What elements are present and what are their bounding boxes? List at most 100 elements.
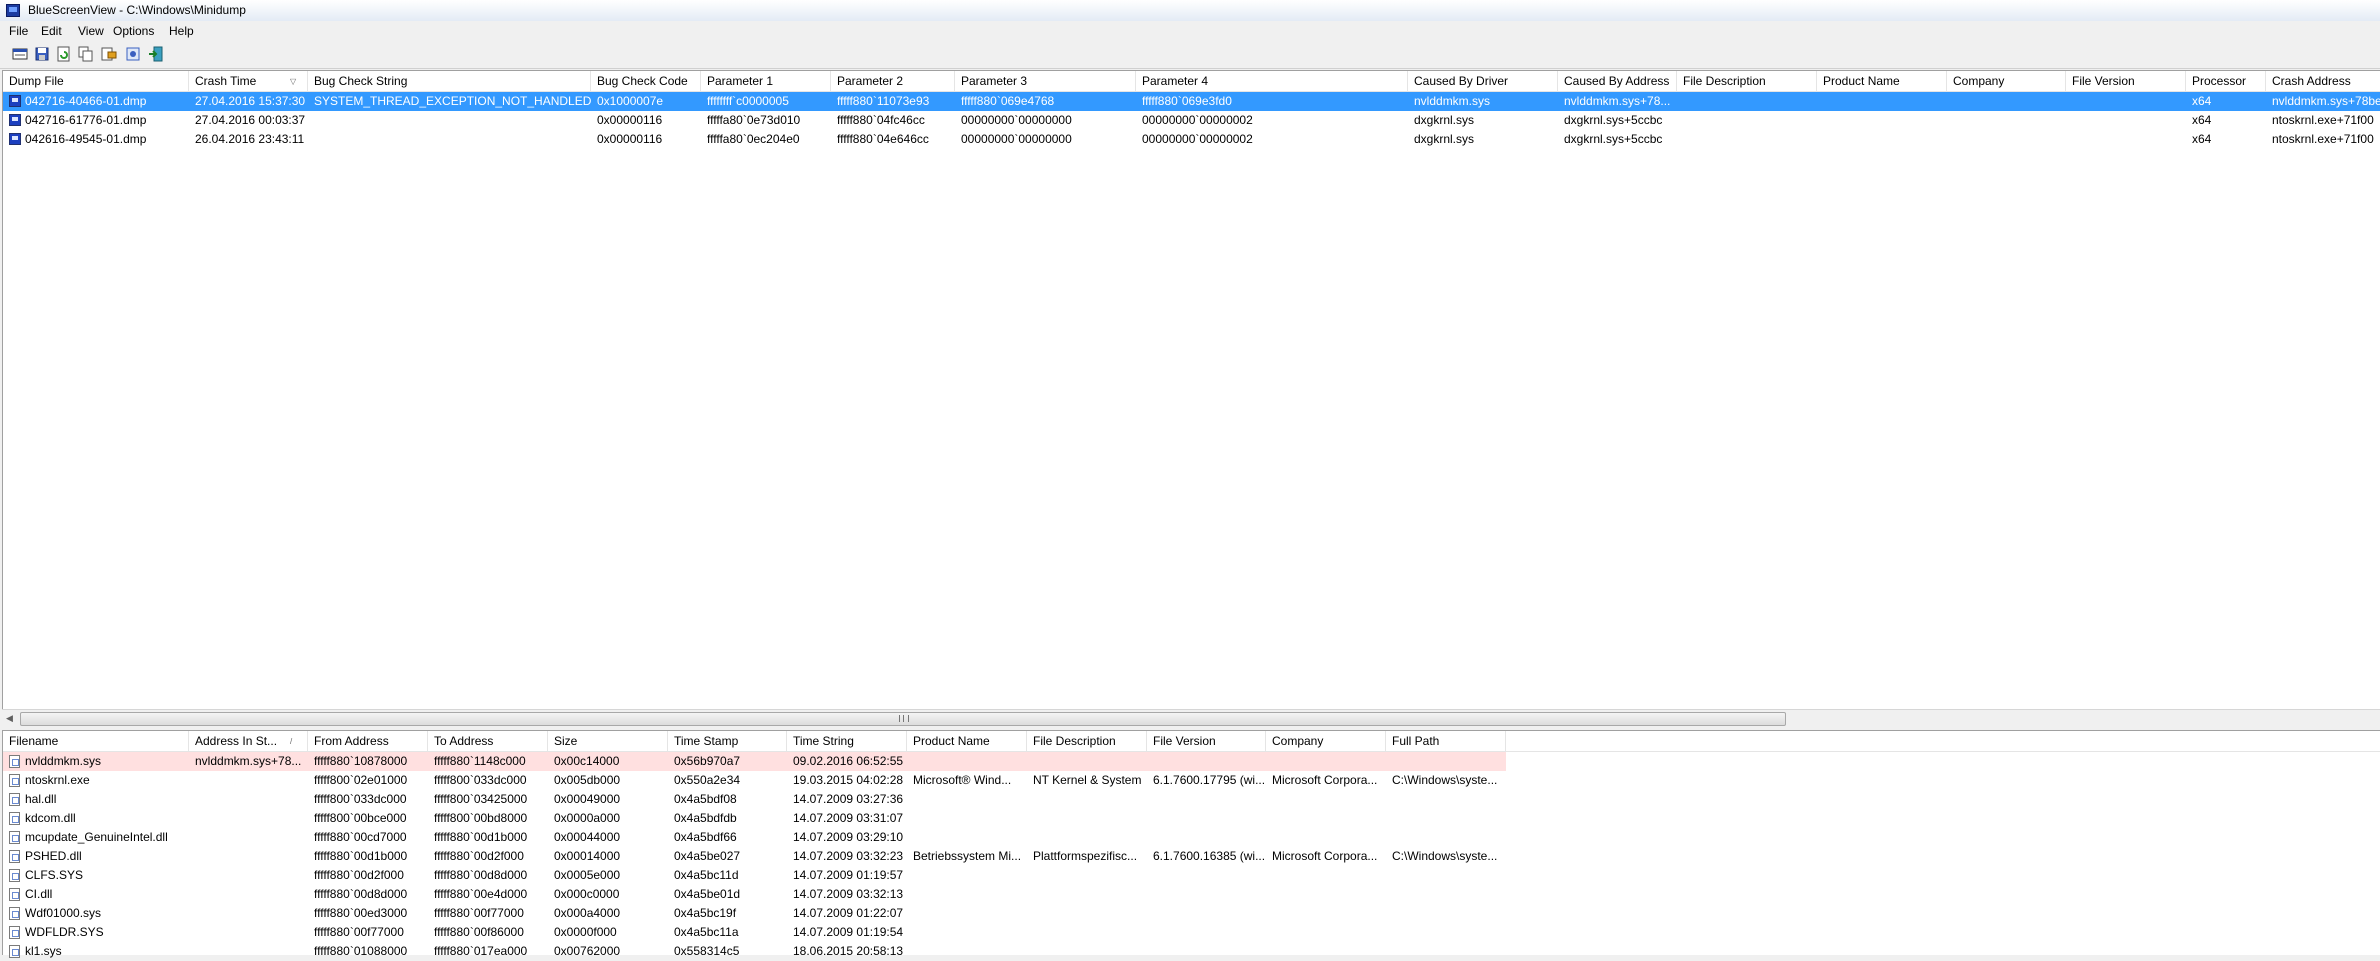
cell-time-string: 19.03.2015 04:02:28: [793, 773, 904, 787]
column-header-parameter-3[interactable]: Parameter 3: [955, 71, 1136, 91]
cell-bug-check-code: 0x1000007e: [597, 94, 664, 108]
column-header-file-description[interactable]: File Description: [1027, 731, 1147, 751]
menu-file[interactable]: File: [9, 24, 28, 38]
cell-dump-file: 042716-40466-01.dmp: [25, 94, 147, 108]
column-header-company[interactable]: Company: [1266, 731, 1386, 751]
scroll-left-arrow-icon[interactable]: ◀: [6, 713, 13, 724]
column-header-from-address[interactable]: From Address: [308, 731, 428, 751]
cell-bug-check-string: [308, 111, 591, 130]
column-header-parameter-2[interactable]: Parameter 2: [831, 71, 955, 91]
cell-company: Microsoft Corpora...: [1272, 773, 1378, 787]
cell-parameter-3: 00000000`00000000: [961, 113, 1072, 127]
column-header-to-address[interactable]: To Address: [428, 731, 548, 751]
cell-full-path: [1386, 942, 1506, 961]
cell-company: [1266, 809, 1386, 828]
advanced-options-button[interactable]: [124, 45, 142, 63]
cell-file-description: [1027, 942, 1147, 961]
cell-time-string: 09.02.2016 06:52:55: [793, 754, 904, 768]
menu-edit[interactable]: Edit: [41, 24, 62, 38]
cell-filename: nvlddmkm.sys: [25, 754, 102, 768]
table-row[interactable]: ntoskrnl.exe fffff800`02e01000 fffff800`03…: [3, 771, 2380, 790]
menu-help[interactable]: Help: [169, 24, 194, 38]
properties-button[interactable]: [11, 45, 29, 63]
column-header-file-version[interactable]: File Version: [2066, 71, 2186, 91]
cell-parameter-4: fffff880`069e3fd0: [1142, 94, 1232, 108]
column-header-parameter-1[interactable]: Parameter 1: [701, 71, 831, 91]
column-header-size[interactable]: Size: [548, 731, 668, 751]
column-header-product-name[interactable]: Product Name: [907, 731, 1027, 751]
cell-file-version: [1147, 904, 1266, 923]
column-header-caused-by-address[interactable]: Caused By Address: [1558, 71, 1677, 91]
table-row[interactable]: kl1.sys fffff880`01088000 fffff880`017ea00…: [3, 942, 2380, 961]
copy-button[interactable]: [77, 45, 95, 63]
column-header-full-path[interactable]: Full Path: [1386, 731, 1506, 751]
table-row[interactable]: kdcom.dll fffff800`00bce000 fffff800`00bd8…: [3, 809, 2380, 828]
crash-dump-list[interactable]: Dump File Crash Time ▽ Bug Check String Bug …: [2, 70, 2380, 710]
column-header-bug-check-string[interactable]: Bug Check String: [308, 71, 591, 91]
column-header-dump-file[interactable]: Dump File: [3, 71, 189, 91]
table-row[interactable]: 042716-40466-01.dmp 27.04.2016 15:37:30 SY…: [3, 92, 2380, 111]
app-icon: [6, 4, 20, 17]
scrollbar-grip-icon: [899, 715, 909, 722]
exit-button[interactable]: [147, 45, 165, 63]
cell-to-address: fffff880`00e4d000: [434, 887, 528, 901]
column-header-product-name[interactable]: Product Name: [1817, 71, 1947, 91]
cell-file-description: [1027, 885, 1147, 904]
column-header-time-string[interactable]: Time String: [787, 731, 907, 751]
html-report-button[interactable]: [100, 45, 118, 63]
column-header-filename[interactable]: Filename: [3, 731, 189, 751]
table-row[interactable]: hal.dll fffff800`033dc000 fffff800`0342500…: [3, 790, 2380, 809]
table-row[interactable]: 042716-61776-01.dmp 27.04.2016 00:03:37 0x…: [3, 111, 2380, 130]
column-header-parameter-4[interactable]: Parameter 4: [1136, 71, 1408, 91]
column-header-file-description[interactable]: File Description: [1677, 71, 1817, 91]
cell-caused-by-driver: dxgkrnl.sys: [1414, 132, 1475, 146]
column-header-file-version[interactable]: File Version: [1147, 731, 1266, 751]
cell-product-name: [907, 942, 1027, 961]
cell-from-address: fffff800`033dc000: [314, 792, 407, 806]
cell-company: [1266, 828, 1386, 847]
table-row[interactable]: WDFLDR.SYS fffff880`00f77000 fffff880`00f8…: [3, 923, 2380, 942]
cell-file-description: [1027, 752, 1147, 771]
cell-time-string: 14.07.2009 03:29:10: [793, 830, 904, 844]
cell-file-description: [1027, 923, 1147, 942]
cell-file-description: NT Kernel & System: [1033, 773, 1142, 787]
column-header-company[interactable]: Company: [1947, 71, 2066, 91]
column-header-time-stamp[interactable]: Time Stamp: [668, 731, 787, 751]
toolbar: [0, 41, 2380, 69]
cell-to-address: fffff880`00f77000: [434, 906, 524, 920]
save-button[interactable]: [33, 45, 51, 63]
cell-file-description: [1027, 790, 1147, 809]
driver-list[interactable]: Filename Address In St... / From Address To …: [2, 730, 2380, 958]
cell-to-address: fffff880`00f86000: [434, 925, 524, 939]
cell-parameter-2: fffff880`11073e93: [837, 94, 930, 108]
cell-address-in-st: [189, 847, 308, 866]
table-row[interactable]: Wdf01000.sys fffff880`00ed3000 fffff880`00…: [3, 904, 2380, 923]
cell-company: [1266, 923, 1386, 942]
refresh-button[interactable]: [55, 45, 73, 63]
cell-product-name: [907, 790, 1027, 809]
cell-time-stamp: 0x4a5bdfdb: [674, 811, 737, 825]
table-row[interactable]: PSHED.dll fffff880`00d1b000 fffff880`00d2f…: [3, 847, 2380, 866]
cell-size: 0x00c14000: [554, 754, 620, 768]
column-header-crash-address[interactable]: Crash Address: [2266, 71, 2380, 91]
scrollbar-thumb[interactable]: [20, 712, 1786, 726]
refresh-icon: [57, 46, 70, 62]
cell-company: [1266, 790, 1386, 809]
table-row[interactable]: 042616-49545-01.dmp 26.04.2016 23:43:11 0x…: [3, 130, 2380, 149]
menu-options[interactable]: Options: [113, 24, 154, 38]
column-header-bug-check-code[interactable]: Bug Check Code: [591, 71, 701, 91]
table-row[interactable]: CI.dll fffff880`00d8d000 fffff880`00e4d000…: [3, 885, 2380, 904]
cell-time-string: 14.07.2009 03:32:23: [793, 849, 904, 863]
menu-view[interactable]: View: [78, 24, 104, 38]
column-header-caused-by-driver[interactable]: Caused By Driver: [1408, 71, 1558, 91]
cell-product-name: Betriebssystem Mi...: [913, 849, 1022, 863]
column-header-processor[interactable]: Processor: [2186, 71, 2266, 91]
horizontal-scrollbar[interactable]: ◀: [2, 709, 2380, 727]
table-row[interactable]: mcupdate_GenuineIntel.dll fffff880`00cd70…: [3, 828, 2380, 847]
table-row[interactable]: CLFS.SYS fffff880`00d2f000 fffff880`00d8d0…: [3, 866, 2380, 885]
cell-filename: mcupdate_GenuineIntel.dll: [25, 830, 168, 844]
cell-product-name: [907, 828, 1027, 847]
cell-product-name: [907, 904, 1027, 923]
table-row[interactable]: nvlddmkm.sys nvlddmkm.sys+78... fffff880`1…: [3, 752, 2380, 771]
cell-filename: PSHED.dll: [25, 849, 82, 863]
